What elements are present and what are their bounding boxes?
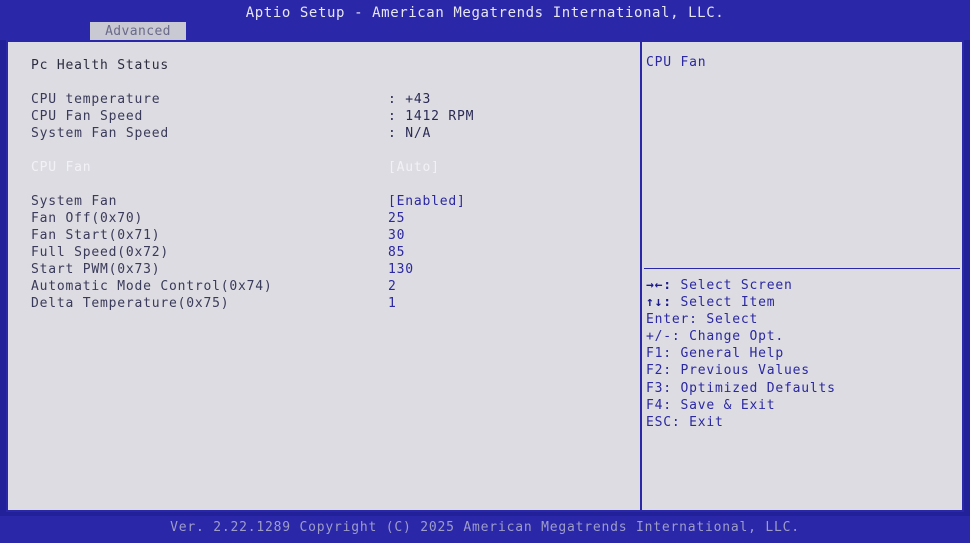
bios-screen: Aptio Setup - American Megatrends Intern… [0, 0, 970, 543]
system-fan-speed-value: : N/A [388, 126, 432, 141]
tab-advanced[interactable]: Advanced [90, 22, 186, 40]
system-fan-option[interactable]: [Enabled] [388, 194, 466, 210]
cpu-fan-label[interactable]: CPU Fan [31, 160, 91, 176]
fan-off-label[interactable]: Fan Off(0x70) [31, 211, 143, 227]
key-help-action: Exit [680, 415, 724, 430]
key-help-key: F1: [646, 346, 672, 361]
delta-temperature-value[interactable]: 1 [388, 296, 397, 312]
cpu-temperature-label: CPU temperature [31, 92, 161, 107]
title-bar: Aptio Setup - American Megatrends Intern… [0, 0, 970, 40]
key-help-action: Select Item [671, 295, 776, 310]
key-help-key: +/-: [646, 329, 681, 344]
key-help-action: Change Opt. [680, 329, 785, 344]
key-help-f2: F2: Previous Values [646, 363, 810, 379]
arrow-lr-icon: →←: [646, 278, 672, 293]
start-pwm-label[interactable]: Start PWM(0x73) [31, 262, 160, 278]
footer-bar: Ver. 2.22.1289 Copyright (C) 2025 Americ… [0, 516, 970, 543]
key-help-key: F4: [646, 398, 672, 413]
key-help-select-item: ↑↓: Select Item [646, 295, 775, 311]
key-help-action: Previous Values [671, 363, 810, 378]
cpu-fan-speed-value: : 1412 RPM [388, 109, 475, 124]
auto-mode-control-value[interactable]: 2 [388, 279, 397, 295]
arrow-ud-icon: ↑↓: [646, 295, 672, 310]
fan-start-value[interactable]: 30 [388, 228, 405, 244]
cpu-temperature-value: : +43 [388, 92, 432, 107]
full-speed-label[interactable]: Full Speed(0x72) [31, 245, 169, 261]
key-help-f1: F1: General Help [646, 346, 784, 362]
key-help-action: General Help [671, 346, 785, 361]
cpu-fan-speed-label: CPU Fan Speed [31, 109, 144, 124]
start-pwm-value[interactable]: 130 [388, 262, 414, 278]
key-help-key: F3: [646, 381, 672, 396]
delta-temperature-label[interactable]: Delta Temperature(0x75) [31, 296, 229, 312]
help-divider [644, 268, 960, 269]
panel-divider [640, 42, 642, 510]
version-copyright: Ver. 2.22.1289 Copyright (C) 2025 Americ… [170, 520, 800, 535]
fan-off-value[interactable]: 25 [388, 211, 405, 227]
key-help-change: +/-: Change Opt. [646, 329, 784, 345]
system-fan-label[interactable]: System Fan [31, 194, 117, 210]
key-help-select-screen: →←: Select Screen [646, 278, 793, 294]
key-help-action: Select [697, 312, 759, 327]
section-title: Pc Health Status [31, 58, 170, 73]
app-title: Aptio Setup - American Megatrends Intern… [245, 5, 725, 21]
key-help-f3: F3: Optimized Defaults [646, 381, 836, 397]
cpu-fan-option[interactable]: [Auto] [388, 160, 440, 176]
key-help-key: ESC: [646, 415, 681, 430]
fan-start-label[interactable]: Fan Start(0x71) [31, 228, 160, 244]
key-help-key: Enter: [646, 312, 698, 327]
auto-mode-control-label[interactable]: Automatic Mode Control(0x74) [31, 279, 273, 295]
help-title: CPU Fan [646, 55, 707, 70]
system-fan-speed-label: System Fan Speed [31, 126, 170, 141]
key-help-action: Save & Exit [671, 398, 776, 413]
key-help-f4: F4: Save & Exit [646, 398, 775, 414]
full-speed-value[interactable]: 85 [388, 245, 405, 261]
key-help-key: F2: [646, 363, 672, 378]
key-help-esc: ESC: Exit [646, 415, 724, 431]
key-help-action: Optimized Defaults [671, 381, 836, 396]
key-help-action: Select Screen [671, 278, 793, 293]
key-help-enter: Enter: Select [646, 312, 758, 328]
